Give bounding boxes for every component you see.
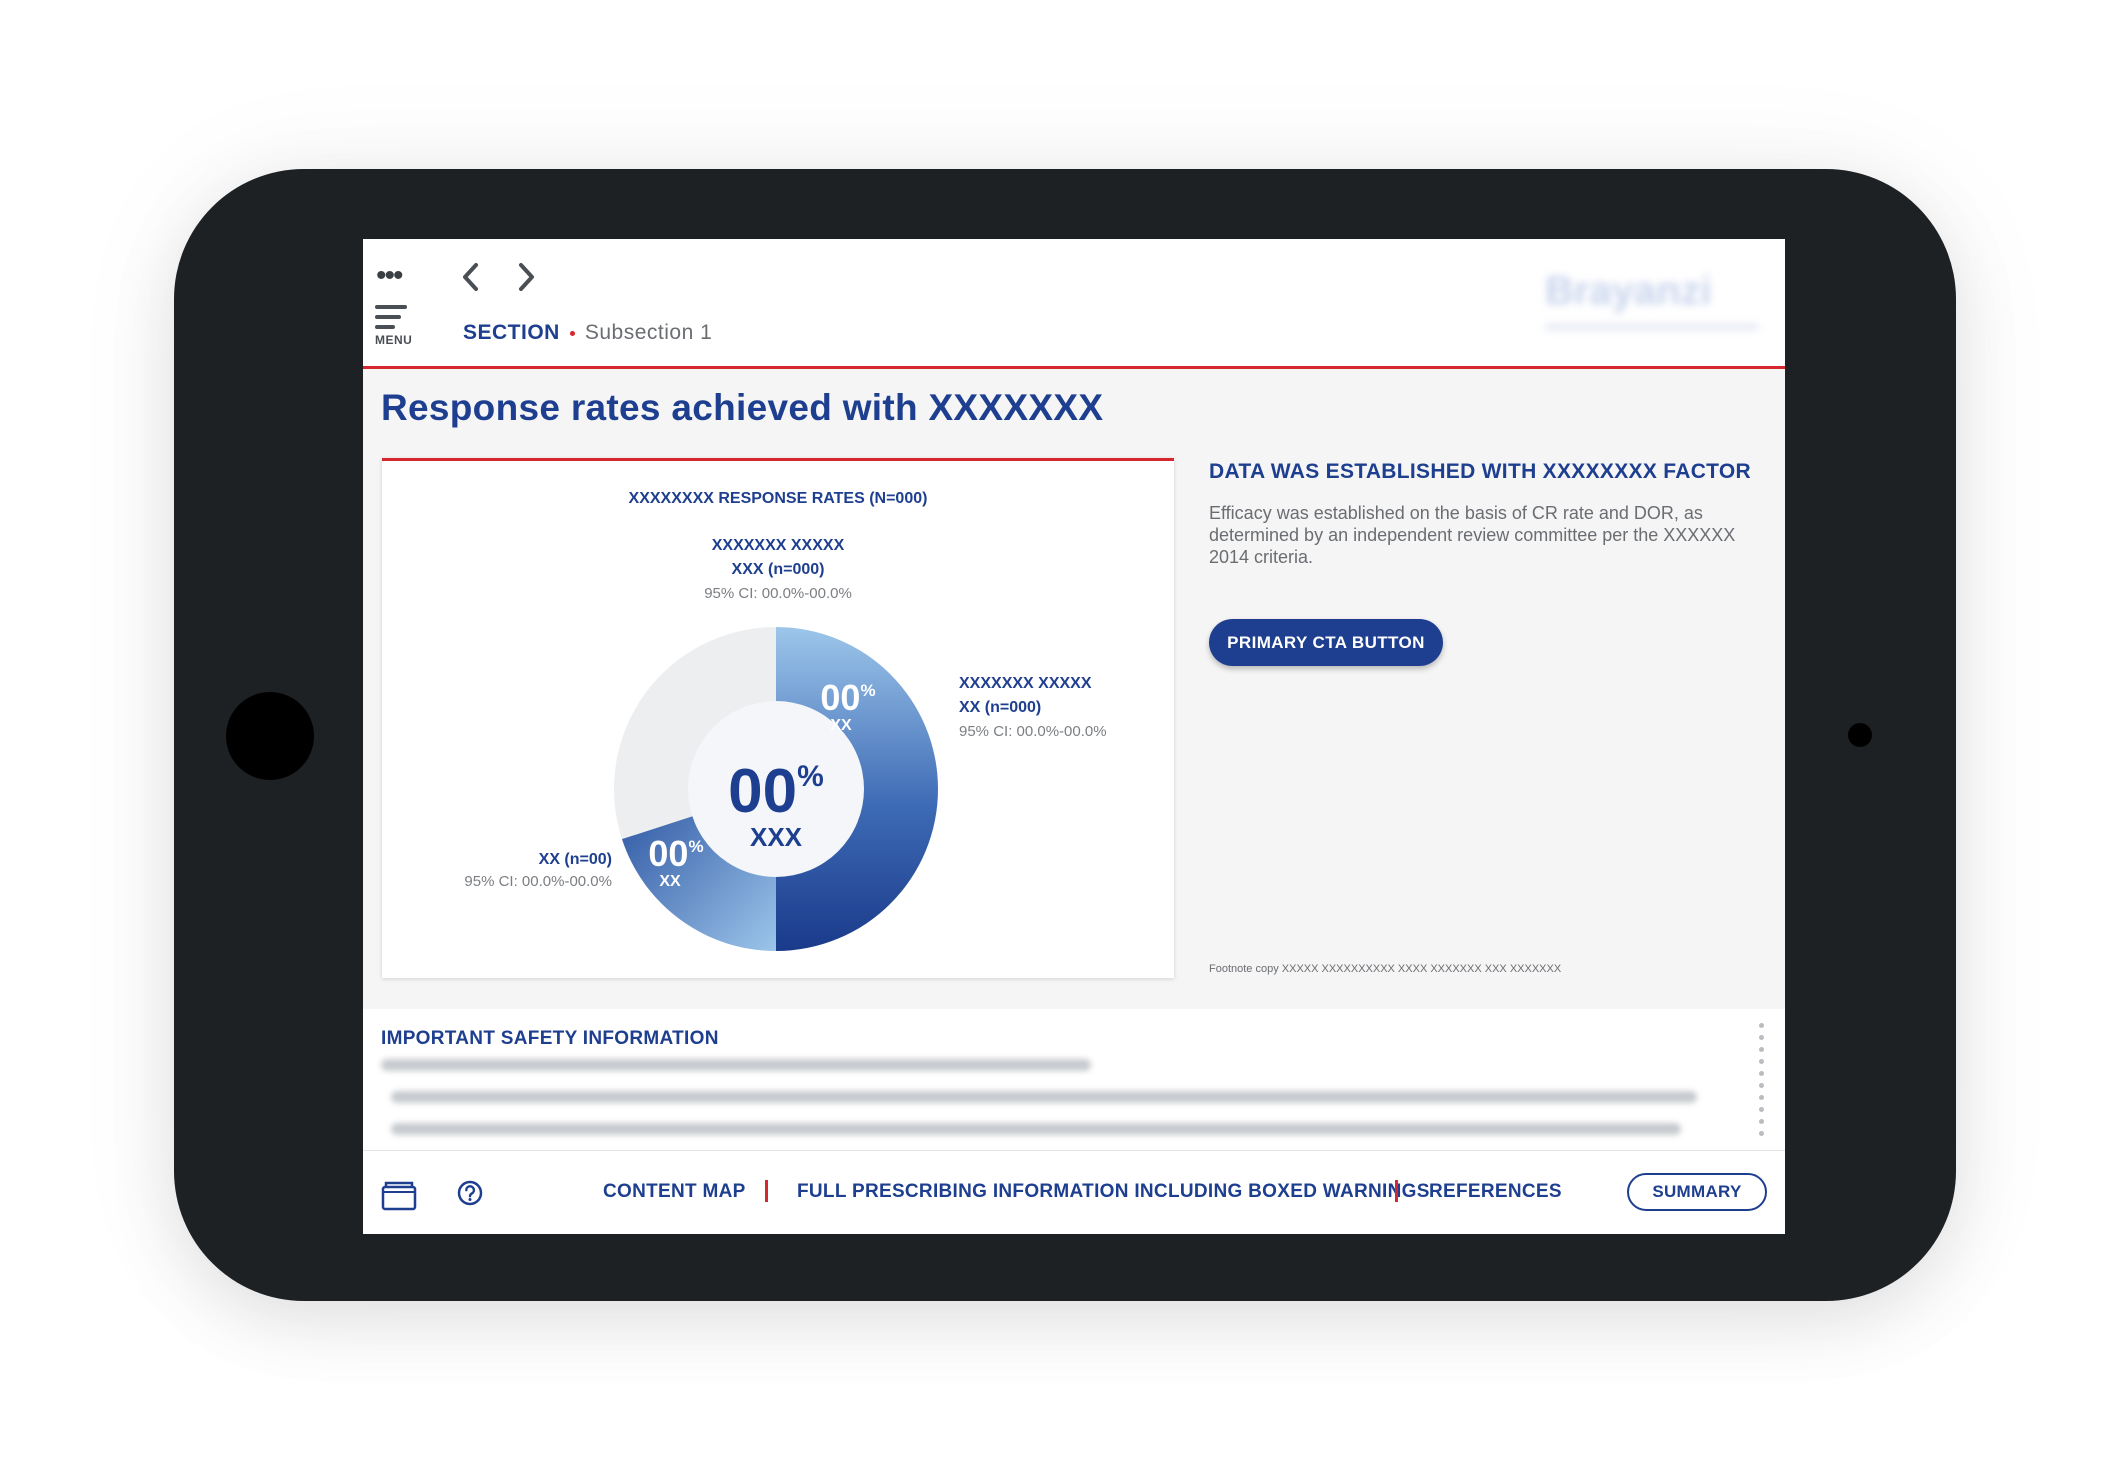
right-seg-number: 00 [820,677,860,718]
breadcrumb-separator [569,330,575,336]
left-seg-number: 00 [648,833,688,874]
left-label-line2: 95% CI: 00.0%-00.0% [464,873,612,890]
right-label-line2: XX (n=000) [959,699,1041,716]
app-screen: ••• MENU SECTION Subsection 1 Brayanzi R… [363,239,1785,1234]
left-seg-sup: % [688,837,703,856]
primary-cta-button[interactable]: PRIMARY CTA BUTTON [1209,619,1443,666]
right-label-line1: XXXXXXX XXXXX [959,675,1092,692]
top-label-line2: XXX (n=000) [732,561,825,578]
camera [1848,723,1872,747]
left-seg-label: XX [659,873,681,890]
nav-separator [1395,1180,1398,1202]
center-value-number: 00 [728,757,797,826]
isi-title: IMPORTANT SAFETY INFORMATION [381,1028,719,1049]
folder-icon[interactable] [381,1179,417,1216]
right-seg-label: XX [830,717,852,734]
nav-separator [765,1180,768,1202]
top-label-line3: 95% CI: 00.0%-00.0% [704,585,852,602]
safety-information-panel[interactable]: IMPORTANT SAFETY INFORMATION [363,1009,1785,1159]
isi-blurred-text [381,1059,1731,1155]
breadcrumb: SECTION Subsection 1 [463,321,712,345]
right-label-line3: 95% CI: 00.0%-00.0% [959,723,1107,740]
bottom-navigation: CONTENT MAP FULL PRESCRIBING INFORMATION… [363,1150,1785,1234]
header: ••• MENU SECTION Subsection 1 Brayanzi [363,239,1785,369]
chart-title: XXXXXXXX RESPONSE RATES (N=000) [629,490,928,507]
more-icon[interactable]: ••• [376,261,403,291]
references-link[interactable]: REFERENCES [1429,1181,1562,1203]
menu-label: MENU [375,333,413,347]
footnote: Footnote copy XXXXX XXXXXXXXXX XXXX XXXX… [1209,963,1562,975]
center-value-sup: % [797,760,824,793]
side-heading: DATA WAS ESTABLISHED WITH XXXXXXXX FACTO… [1209,460,1752,483]
full-prescribing-information-link[interactable]: FULL PRESCRIBING INFORMATION INCLUDING B… [797,1181,1430,1203]
chart-card: XXXXXXXX RESPONSE RATES (N=000) XXXXXXX … [382,458,1174,978]
summary-button[interactable]: SUMMARY [1627,1173,1767,1211]
breadcrumb-section[interactable]: SECTION [463,321,560,345]
isi-scrollbar[interactable] [1759,1023,1765,1143]
donut-chart: XXXXXXXX RESPONSE RATES (N=000) XXXXXXX … [464,490,1107,951]
home-button[interactable] [226,692,314,780]
content-map-link[interactable]: CONTENT MAP [603,1181,746,1203]
menu-button[interactable]: MENU [375,305,417,351]
menu-icon [375,305,417,329]
top-label-line1: XXXXXXX XXXXX [712,537,845,554]
chevron-right-icon[interactable] [509,255,543,299]
side-body-text: Efficacy was established on the basis of… [1209,503,1736,567]
breadcrumb-subsection: Subsection 1 [584,321,713,344]
brand-logo: Brayanzi [1545,269,1765,333]
left-label-line1: XX (n=00) [539,851,612,868]
page-title: Response rates achieved with XXXXXXX [381,387,1104,428]
center-label: XXX [750,822,803,852]
right-seg-sup: % [860,681,875,700]
chevron-left-icon[interactable] [454,255,488,299]
help-icon[interactable] [457,1180,483,1211]
